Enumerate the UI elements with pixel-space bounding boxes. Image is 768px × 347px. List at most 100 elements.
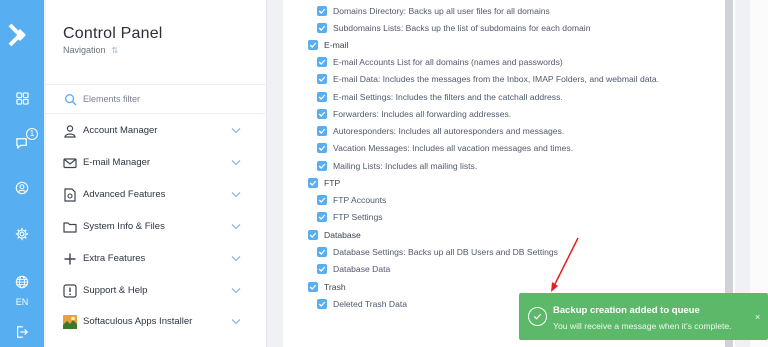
backup-option-row[interactable]: FTP Accounts — [317, 193, 386, 207]
check-icon — [318, 266, 326, 272]
chevron-down-icon — [231, 192, 241, 198]
backup-option-row[interactable]: E-mail — [308, 38, 348, 52]
checkbox-checked[interactable] — [308, 282, 318, 292]
backup-option-row[interactable]: Trash — [308, 280, 346, 294]
sidebar-item-label: Support & Help — [83, 285, 148, 296]
check-icon — [309, 284, 317, 290]
check-icon — [318, 301, 326, 307]
close-icon[interactable]: × — [755, 312, 760, 322]
checkbox-checked[interactable] — [317, 247, 327, 257]
check-icon — [318, 111, 326, 117]
sidebar-item-system-info-files[interactable]: System Info & Files — [46, 212, 267, 242]
backup-option-row[interactable]: Vacation Messages: Includes all vacation… — [317, 141, 573, 155]
checkbox-checked[interactable] — [317, 212, 327, 222]
profile-icon[interactable] — [10, 176, 34, 200]
checkbox-checked[interactable] — [317, 74, 327, 84]
chevron-down-icon — [231, 319, 241, 325]
backup-option-row[interactable]: E-mail Accounts List for all domains (na… — [317, 55, 563, 69]
checkbox-checked[interactable] — [317, 143, 327, 153]
backup-option-row[interactable]: Database — [308, 228, 361, 242]
chevron-down-icon — [231, 160, 241, 166]
backup-option-row[interactable]: Forwarders: Includes all forwarding addr… — [317, 107, 511, 121]
chevron-down-icon — [231, 256, 241, 262]
sidebar-item-email-manager[interactable]: E-mail Manager — [46, 148, 267, 178]
chevron-down-icon — [231, 288, 241, 294]
backup-option-row[interactable]: E-mail Data: Includes the messages from … — [317, 72, 659, 86]
sidebar-item-advanced-features[interactable]: Advanced Features — [46, 180, 267, 210]
globe-icon[interactable] — [10, 270, 34, 294]
toast-message: You will receive a message when it's com… — [553, 321, 732, 331]
notification-badge: 1 — [26, 128, 38, 140]
backup-option-row[interactable]: Domains Directory: Backs up all user fil… — [317, 4, 550, 18]
checkbox-checked[interactable] — [317, 57, 327, 67]
check-icon — [309, 180, 317, 186]
toast-title: Backup creation added to queue — [553, 305, 700, 316]
checkbox-checked[interactable] — [317, 195, 327, 205]
checkbox-checked[interactable] — [317, 126, 327, 136]
backup-option-label: Deleted Trash Data — [333, 299, 408, 309]
checkbox-checked[interactable] — [317, 92, 327, 102]
settings-gear-icon[interactable] — [10, 222, 34, 246]
backup-option-row[interactable]: Subdomains Lists: Backs up the list of s… — [317, 21, 590, 35]
backup-option-label: Subdomains Lists: Backs up the list of s… — [333, 23, 591, 33]
backup-option-label: Database Data — [333, 264, 391, 274]
checkbox-checked[interactable] — [317, 299, 327, 309]
backup-option-label: FTP Settings — [333, 212, 383, 222]
search-input[interactable]: Elements filter — [83, 94, 140, 104]
dashboard-grid-icon[interactable] — [10, 86, 34, 110]
backup-option-label: Database — [324, 230, 361, 240]
backup-option-label: E-mail Data: Includes the messages from … — [333, 74, 660, 84]
checkbox-checked[interactable] — [317, 23, 327, 33]
checkbox-checked[interactable] — [308, 178, 318, 188]
language-label[interactable]: EN — [0, 297, 44, 307]
elements-filter[interactable]: Elements filter — [46, 84, 267, 114]
check-circle-icon — [528, 307, 547, 326]
check-icon — [318, 59, 326, 65]
folder-icon — [63, 222, 77, 233]
backup-option-label: Domains Directory: Backs up all user fil… — [333, 6, 550, 16]
envelope-icon — [63, 158, 77, 169]
sidebar-item-extra-features[interactable]: Extra Features — [46, 244, 267, 274]
backup-option-label: Vacation Messages: Includes all vacation… — [333, 143, 574, 153]
sidebar-item-label: Extra Features — [83, 253, 146, 264]
check-icon — [318, 128, 326, 134]
backup-option-row[interactable]: Deleted Trash Data — [317, 297, 407, 311]
checkbox-checked[interactable] — [317, 161, 327, 171]
sidebar-item-label: System Info & Files — [83, 221, 165, 232]
pin-icon[interactable]: ⇅ — [112, 46, 119, 55]
sidebar-item-support-help[interactable]: Support & Help — [46, 276, 267, 306]
backup-option-label: E-mail — [324, 40, 349, 50]
backup-option-label: E-mail Settings: Includes the filters an… — [333, 92, 563, 102]
app-logo-icon[interactable] — [7, 22, 33, 48]
checkbox-checked[interactable] — [317, 6, 327, 16]
check-icon — [318, 197, 326, 203]
softaculous-logo — [63, 315, 77, 329]
checkbox-checked[interactable] — [308, 230, 318, 240]
checkbox-checked[interactable] — [317, 264, 327, 274]
sidebar-item-softaculous[interactable]: Softaculous Apps Installer — [46, 307, 267, 337]
sidebar-subtitle-text: Navigation — [63, 45, 106, 55]
gear-doc-icon — [64, 188, 76, 202]
plus-icon — [64, 253, 76, 265]
backup-option-row[interactable]: FTP Settings — [317, 210, 383, 224]
sidebar-item-account-manager[interactable]: Account Manager — [46, 116, 267, 146]
backup-option-row[interactable]: E-mail Settings: Includes the filters an… — [317, 90, 563, 104]
check-icon — [309, 232, 317, 238]
backup-option-label: FTP — [324, 178, 341, 188]
backup-option-row[interactable]: Mailing Lists: Includes all mailing list… — [317, 159, 477, 173]
user-icon — [64, 125, 76, 138]
logout-icon[interactable] — [10, 320, 34, 344]
exclamation-icon — [63, 284, 77, 298]
checkbox-checked[interactable] — [308, 40, 318, 50]
backup-option-label: E-mail Accounts List for all domains (na… — [333, 57, 563, 67]
check-icon — [318, 76, 326, 82]
backup-option-row[interactable]: Autoresponders: Includes all autorespond… — [317, 124, 564, 138]
app-root: 1 EN Control Panel Navigation ⇅ Elements … — [0, 0, 768, 347]
backup-option-row[interactable]: Database Data — [317, 262, 390, 276]
chevron-down-icon — [231, 128, 241, 134]
checkbox-checked[interactable] — [317, 109, 327, 119]
navigation-sidebar: Control Panel Navigation ⇅ Elements filte… — [46, 0, 267, 347]
backup-option-row[interactable]: FTP — [308, 176, 340, 190]
backup-option-label: Mailing Lists: Includes all mailing list… — [333, 161, 478, 171]
backup-option-row[interactable]: Database Settings: Backs up all DB Users… — [317, 245, 558, 259]
